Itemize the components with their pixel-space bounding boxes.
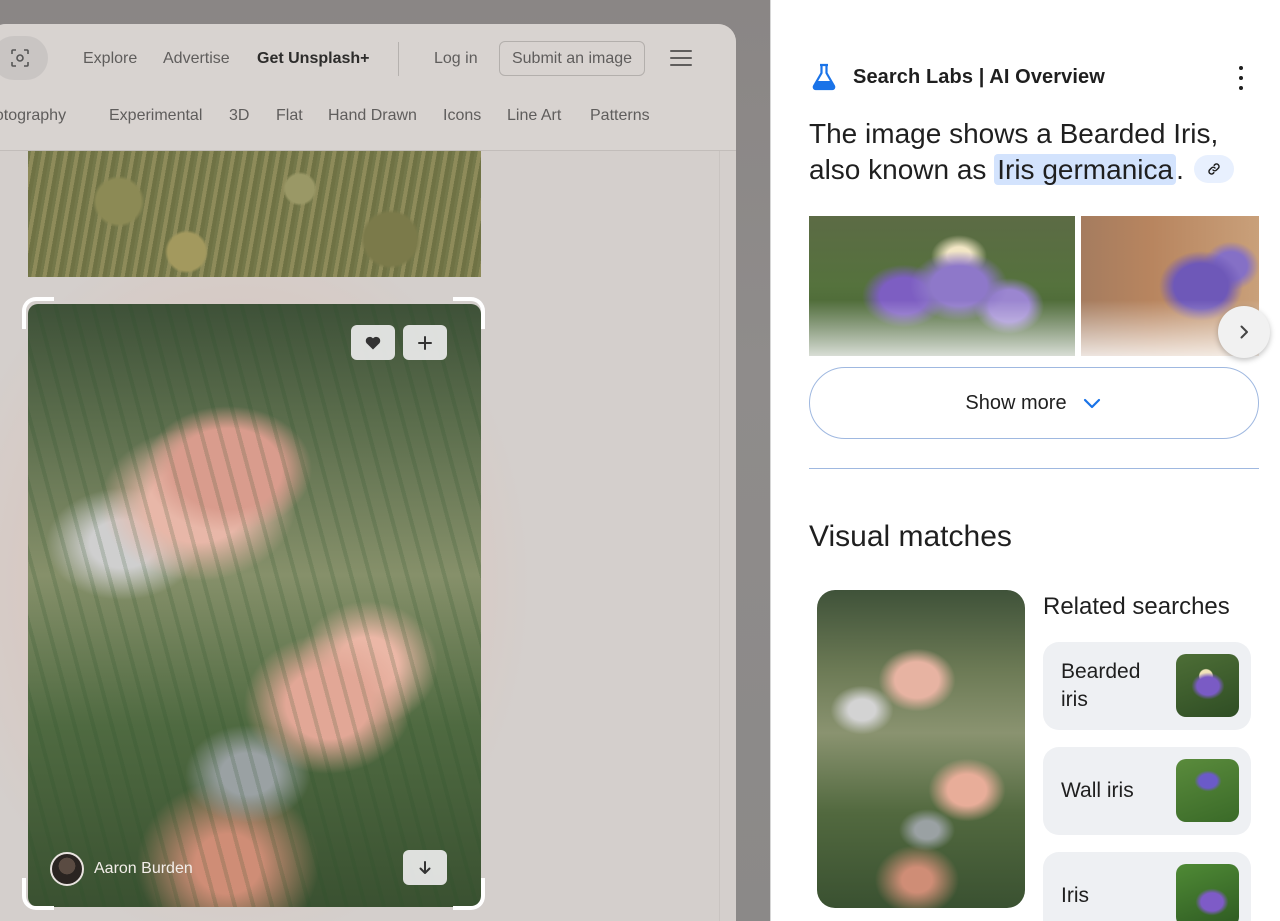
chevron-down-icon: [1083, 398, 1100, 409]
download-button[interactable]: [403, 850, 447, 885]
unsplash-window: Explore Advertise Get Unsplash+ Log in S…: [0, 24, 736, 921]
related-searches-title: Related searches: [1043, 593, 1230, 620]
unsplash-page-dimmed: Explore Advertise Get Unsplash+ Log in S…: [0, 0, 770, 921]
nav-explore[interactable]: Explore: [83, 50, 137, 68]
unsplash-header: Explore Advertise Get Unsplash+ Log in S…: [0, 24, 736, 151]
author-name: Aaron Burden: [94, 860, 193, 877]
highlighted-term[interactable]: Iris germanica: [994, 154, 1177, 185]
related-search-thumbnail: [1176, 759, 1239, 822]
related-search-thumbnail: [1176, 654, 1239, 717]
category-3d[interactable]: 3D: [229, 107, 249, 125]
hamburger-icon[interactable]: [670, 50, 692, 66]
lens-icon: [11, 49, 29, 67]
selection-corner-top-left[interactable]: [22, 297, 54, 329]
submit-image-button[interactable]: Submit an image: [499, 41, 645, 76]
show-more-button[interactable]: Show more: [809, 367, 1259, 439]
visual-match-image[interactable]: [817, 590, 1025, 908]
related-search-iris[interactable]: Iris: [1043, 852, 1251, 921]
category-icons[interactable]: Icons: [443, 107, 481, 125]
link-icon: [1208, 162, 1220, 175]
selection-corner-bottom-right[interactable]: [453, 878, 485, 910]
photo-author[interactable]: Aaron Burden: [50, 852, 193, 886]
source-link-chip[interactable]: [1193, 154, 1234, 183]
nav-advertise[interactable]: Advertise: [163, 50, 230, 68]
photo-grass[interactable]: [28, 151, 481, 277]
category-hand-drawn[interactable]: Hand Drawn: [328, 107, 417, 125]
heart-icon: [365, 336, 381, 349]
related-search-bearded-iris[interactable]: Bearded iris: [1043, 642, 1251, 730]
thumbnail-fade: [771, 300, 1280, 370]
category-line-art[interactable]: Line Art: [507, 107, 561, 125]
ai-overview-header: Search Labs | AI Overview: [809, 62, 1105, 92]
show-more-label: Show more: [965, 391, 1067, 414]
photo-pink-iris[interactable]: Aaron Burden: [28, 304, 481, 907]
section-divider: [809, 468, 1259, 469]
kebab-icon[interactable]: [1237, 66, 1245, 90]
like-button[interactable]: [351, 325, 395, 360]
category-flat[interactable]: Flat: [276, 107, 303, 125]
ai-overview-text: The image shows a Bearded Iris, also kno…: [809, 116, 1259, 188]
nav-login[interactable]: Log in: [434, 50, 478, 68]
related-search-wall-iris[interactable]: Wall iris: [1043, 747, 1251, 835]
visual-matches-title: Visual matches: [809, 520, 1012, 553]
flask-icon: [812, 63, 836, 91]
related-search-thumbnail: [1176, 864, 1239, 921]
download-icon: [419, 860, 431, 874]
nav-get-unsplash-plus[interactable]: Get Unsplash+: [257, 50, 369, 68]
related-search-label: Wall iris: [1061, 779, 1134, 802]
category-patterns[interactable]: Patterns: [590, 107, 650, 125]
ai-overview-title: Search Labs | AI Overview: [853, 65, 1105, 88]
visual-search-button[interactable]: [0, 36, 48, 80]
lens-results-panel: Search Labs | AI Overview The image show…: [770, 0, 1280, 921]
nav-divider: [398, 42, 399, 76]
selection-corner-bottom-left[interactable]: [22, 878, 54, 910]
carousel-next-button[interactable]: [1218, 306, 1270, 358]
category-photography[interactable]: hotography: [0, 107, 66, 125]
related-search-label: Iris: [1061, 884, 1089, 907]
selection-corner-top-right[interactable]: [453, 297, 485, 329]
avatar: [50, 852, 84, 886]
related-search-label: Bearded iris: [1061, 660, 1141, 711]
plus-icon: [418, 335, 432, 350]
category-experimental[interactable]: Experimental: [109, 107, 202, 125]
add-to-collection-button[interactable]: [403, 325, 447, 360]
content-divider: [719, 151, 720, 921]
chevron-right-icon: [1240, 325, 1248, 339]
